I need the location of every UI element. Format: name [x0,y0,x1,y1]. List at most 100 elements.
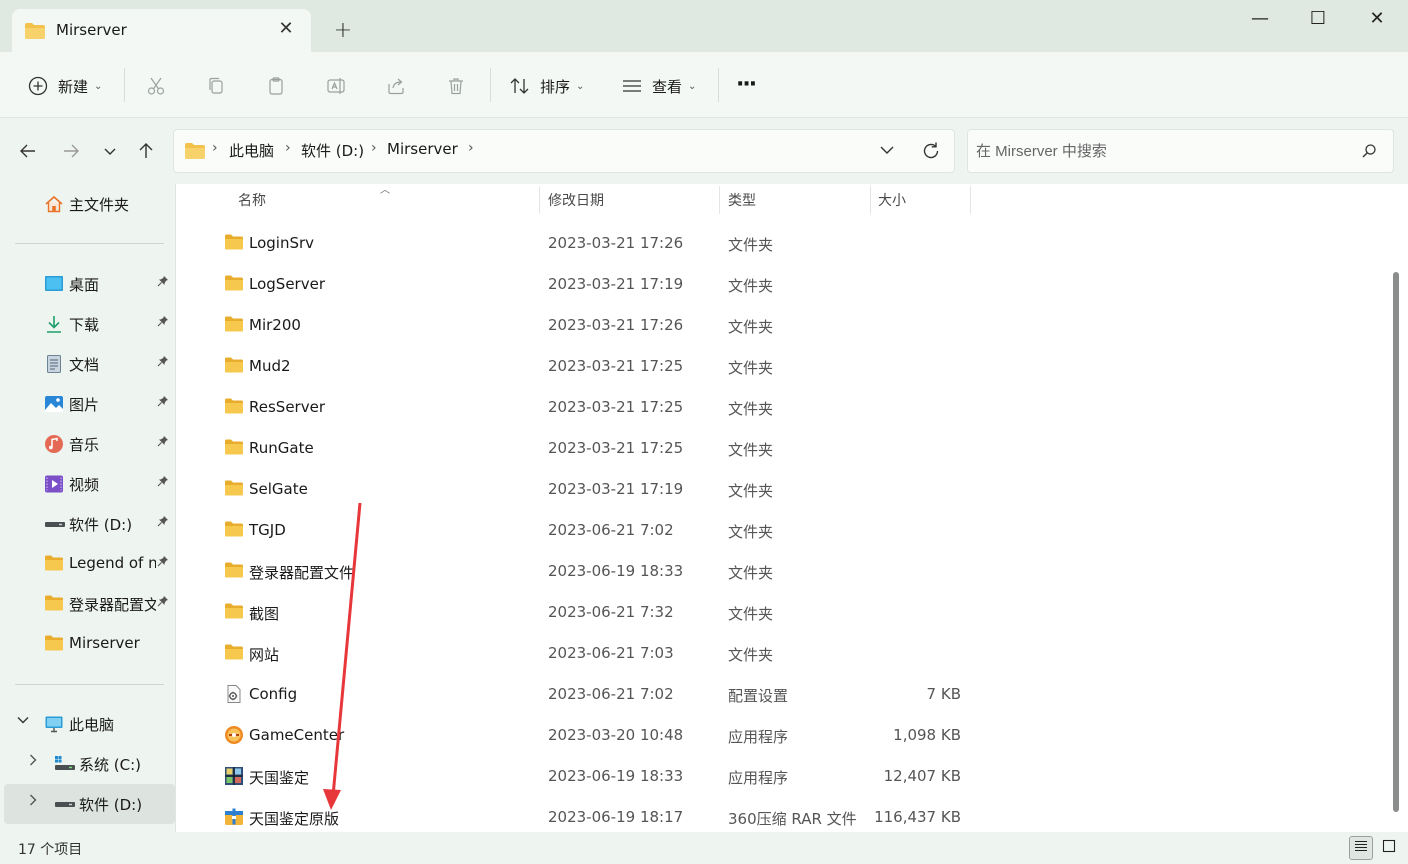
chevron-right-icon[interactable] [26,753,40,771]
minimize-button[interactable]: — [1230,0,1290,38]
details-view-button[interactable] [1349,836,1373,860]
address-dropdown-icon[interactable] [879,142,895,162]
file-row[interactable]: GameCenter 2023-03-20 10:48 应用程序 1,098 KB [176,715,1386,756]
breadcrumb-this-pc[interactable]: 此电脑 [229,140,274,161]
file-date: 2023-03-21 17:25 [548,398,684,416]
refresh-icon[interactable] [921,141,941,165]
file-date: 2023-03-21 17:26 [548,234,684,252]
folder-icon [224,274,244,294]
drive-icon [54,794,75,814]
chevron-right-icon[interactable] [26,793,40,811]
file-name: Mir200 [249,316,301,334]
delete-button[interactable] [444,72,468,100]
more-options-button[interactable]: ··· [736,70,757,98]
share-button[interactable] [384,72,408,100]
search-icon[interactable] [1361,143,1377,163]
file-date: 2023-03-21 17:25 [548,439,684,457]
sidebar-item[interactable]: Mirserver [0,624,175,664]
sidebar-item[interactable]: Legend of n [0,544,175,584]
file-type: 应用程序 [728,728,789,746]
pin-icon[interactable] [157,395,169,410]
pin-icon[interactable] [157,555,169,570]
file-name: LoginSrv [249,234,315,252]
copy-button[interactable] [204,72,228,100]
folder-icon [224,356,244,376]
chevron-right-icon: › [285,140,291,156]
paste-button[interactable] [264,72,288,100]
maximize-button[interactable]: ☐ [1288,0,1348,38]
folder-icon [224,602,244,622]
sidebar-item[interactable]: 软件 (D:) [0,504,175,544]
file-row[interactable]: 天国鉴定 2023-06-19 18:33 应用程序 12,407 KB [176,756,1386,797]
column-header-type[interactable]: 类型 [728,190,756,210]
column-header-size[interactable]: 大小 [878,190,906,210]
view-label: 查看 [652,77,683,96]
scissors-icon [144,74,168,98]
rename-icon [324,74,348,98]
sidebar-item-drive-d[interactable]: 软件 (D:) [4,784,175,824]
file-date: 2023-03-21 17:25 [548,357,684,375]
file-size: 12,407 KB [883,767,961,785]
file-row[interactable]: SelGate 2023-03-21 17:19 文件夹 [176,469,1386,510]
pin-icon[interactable] [157,315,169,330]
breadcrumb-mirserver[interactable]: Mirserver [387,140,458,158]
address-bar[interactable]: › 此电脑 › 软件 (D:) › Mirserver › [173,129,955,173]
column-divider[interactable] [970,186,971,214]
file-row[interactable]: 截图 2023-06-21 7:32 文件夹 [176,592,1386,633]
pin-icon[interactable] [157,355,169,370]
tiles-view-button[interactable] [1377,836,1401,860]
video-icon [44,474,64,494]
search-input[interactable] [976,140,1346,162]
file-row[interactable]: ResServer 2023-03-21 17:25 文件夹 [176,387,1386,428]
pin-icon[interactable] [157,275,169,290]
pin-icon[interactable] [157,595,169,610]
tab-mirserver[interactable]: Mirserver ✕ [12,9,311,52]
file-row[interactable]: TGJD 2023-06-21 7:02 文件夹 [176,510,1386,551]
column-header-name[interactable]: 名称 [238,190,266,210]
breadcrumb-drive-d[interactable]: 软件 (D:) [301,140,364,161]
sidebar-item[interactable]: 音乐 [0,424,175,464]
cut-button[interactable] [144,72,168,100]
sidebar-divider [15,243,164,244]
file-row[interactable]: LogServer 2023-03-21 17:19 文件夹 [176,264,1386,305]
pin-icon[interactable] [157,515,169,530]
file-row[interactable]: Mir200 2023-03-21 17:26 文件夹 [176,305,1386,346]
sidebar-item-this-pc[interactable]: 此电脑 [0,704,175,744]
close-window-button[interactable]: ✕ [1347,0,1407,38]
forward-button[interactable] [57,137,85,165]
sidebar-item[interactable]: 文档 [0,344,175,384]
sidebar-divider [15,684,164,685]
pin-icon[interactable] [157,475,169,490]
file-row[interactable]: Config 2023-06-21 7:02 配置设置 7 KB [176,674,1386,715]
sidebar-item[interactable]: 视频 [0,464,175,504]
new-tab-button[interactable]: + [331,19,355,43]
sidebar-item-home[interactable]: 主文件夹 [0,184,175,224]
file-row[interactable]: Mud2 2023-03-21 17:25 文件夹 [176,346,1386,387]
chevron-down-icon[interactable] [16,713,30,731]
back-button[interactable] [14,137,42,165]
column-header-date[interactable]: 修改日期 [548,190,604,210]
column-divider[interactable] [539,186,540,214]
file-list-scrollbar[interactable] [1393,272,1399,812]
view-button[interactable]: 查看 ⌄ [620,72,696,100]
sidebar-item[interactable]: 图片 [0,384,175,424]
sort-button[interactable]: 排序 ⌄ [508,72,584,100]
sidebar-item[interactable]: 登录器配置文 [0,584,175,624]
column-divider[interactable] [870,186,871,214]
recent-locations-button[interactable] [96,137,124,165]
folder-icon [224,643,244,663]
sidebar-item[interactable]: 下载 [0,304,175,344]
search-box[interactable] [967,129,1394,173]
file-row[interactable]: 登录器配置文件 2023-06-19 18:33 文件夹 [176,551,1386,592]
rename-button[interactable] [324,72,348,100]
file-row[interactable]: 网站 2023-06-21 7:03 文件夹 [176,633,1386,674]
column-divider[interactable] [719,186,720,214]
close-tab-icon[interactable]: ✕ [274,17,298,41]
new-button[interactable]: 新建 ⌄ [26,72,102,100]
file-row[interactable]: RunGate 2023-03-21 17:25 文件夹 [176,428,1386,469]
up-button[interactable] [132,137,160,165]
sidebar-item-drive-c[interactable]: 系统 (C:) [0,744,175,784]
sidebar-item[interactable]: 桌面 [0,264,175,304]
file-row[interactable]: LoginSrv 2023-03-21 17:26 文件夹 [176,223,1386,264]
pin-icon[interactable] [157,435,169,450]
